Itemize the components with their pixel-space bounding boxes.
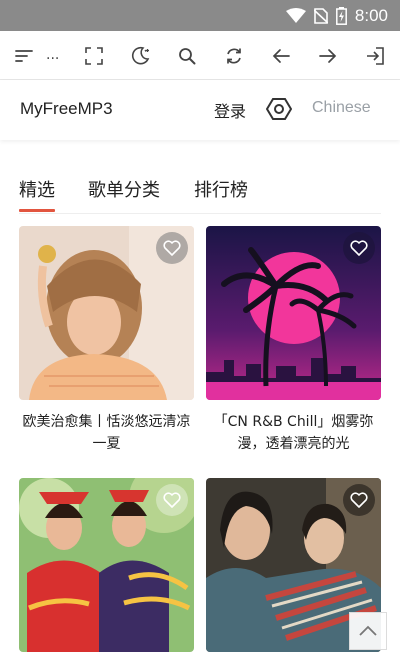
fullscreen-icon <box>85 46 103 65</box>
browser-toolbar: ... <box>0 31 400 80</box>
exit-icon <box>367 46 384 65</box>
night-mode-button[interactable] <box>120 31 160 80</box>
no-sim-icon <box>313 7 328 24</box>
login-link[interactable]: 登录 <box>214 98 246 122</box>
clock: 8:00 <box>354 5 388 25</box>
search-icon <box>179 47 196 64</box>
favorite-button[interactable] <box>156 484 188 516</box>
forward-button[interactable] <box>308 31 348 80</box>
back-to-top-button[interactable] <box>349 612 387 650</box>
playlist-cover[interactable] <box>206 226 381 400</box>
wifi-icon <box>285 7 306 23</box>
arrow-right-icon <box>319 48 337 63</box>
menu-button[interactable] <box>4 31 44 80</box>
refresh-button[interactable] <box>214 31 254 80</box>
exit-button[interactable] <box>355 31 395 80</box>
tab-featured[interactable]: 精选 <box>19 176 55 212</box>
settings-hex-icon[interactable] <box>266 96 292 122</box>
language-selector[interactable]: Chinese <box>312 99 371 117</box>
sort-lines-icon <box>15 49 33 62</box>
overflow-text[interactable]: ... <box>46 47 59 63</box>
moon-icon <box>132 46 150 64</box>
refresh-icon <box>227 47 241 64</box>
chevron-up-icon <box>359 625 377 636</box>
heart-icon <box>350 492 368 508</box>
tab-charts[interactable]: 排行榜 <box>194 176 248 202</box>
site-header: MyFreeMP3 登录 Chinese <box>0 80 400 140</box>
playlist-title[interactable]: 「CN R&B Chill」烟雾弥漫，透着漂亮的光 <box>206 411 381 455</box>
search-button[interactable] <box>167 31 207 80</box>
favorite-button[interactable] <box>156 232 188 264</box>
tab-playlist-categories[interactable]: 歌单分类 <box>88 176 160 202</box>
heart-icon <box>163 240 181 256</box>
heart-icon <box>163 492 181 508</box>
battery-charging-icon <box>335 6 347 25</box>
playlist-cover[interactable] <box>19 478 194 652</box>
favorite-button[interactable] <box>343 484 375 516</box>
site-brand[interactable]: MyFreeMP3 <box>20 99 113 119</box>
favorite-button[interactable] <box>343 232 375 264</box>
status-icons: 8:00 <box>285 0 388 31</box>
back-button[interactable] <box>261 31 301 80</box>
playlist-title[interactable]: 欧美治愈集丨恬淡悠远清凉一夏 <box>19 411 194 455</box>
category-tabs: 精选 歌单分类 排行榜 <box>19 176 381 214</box>
status-bar: 8:00 <box>0 0 400 31</box>
fullscreen-button[interactable] <box>74 31 114 80</box>
heart-icon <box>350 240 368 256</box>
playlist-cover[interactable] <box>19 226 194 400</box>
arrow-left-icon <box>272 48 290 63</box>
